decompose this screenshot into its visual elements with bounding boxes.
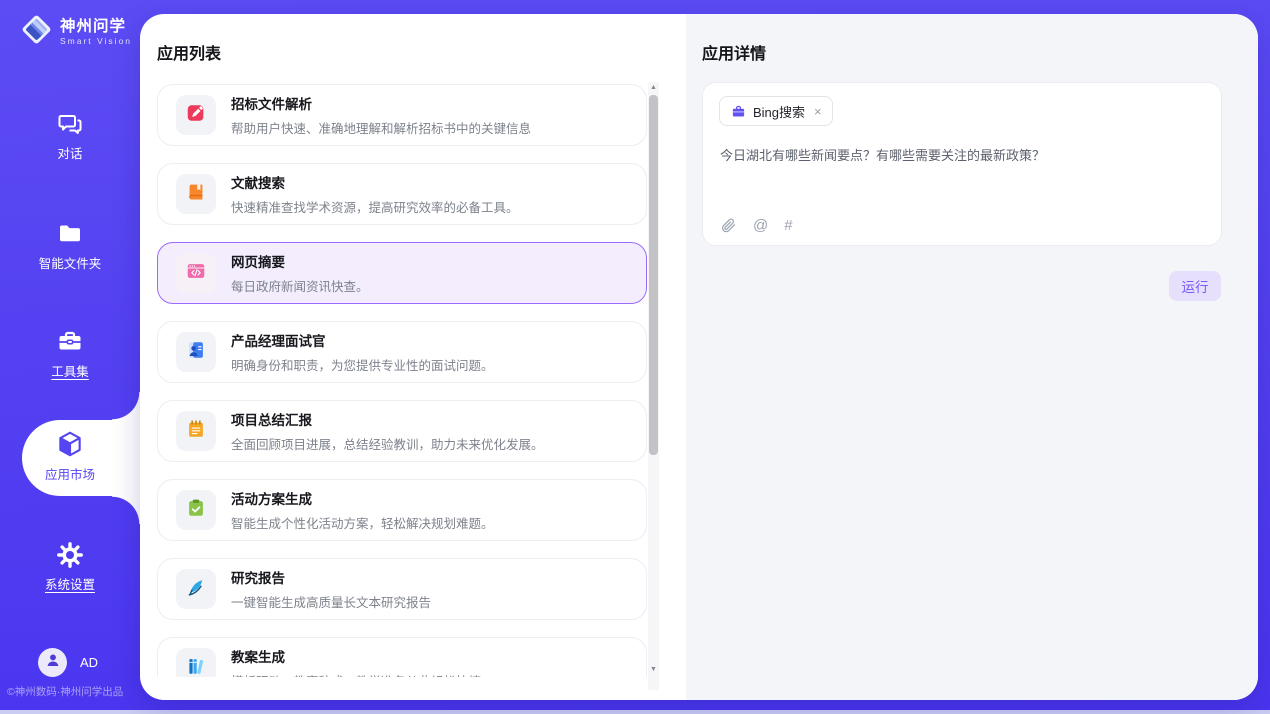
app-card-lesson-plan[interactable]: 教案生成模板驱动，教案秒成，教学准备从此轻松快捷 — [157, 637, 647, 677]
app-card-description: 帮助用户快速、准确地理解和解析招标书中的关键信息 — [231, 118, 531, 137]
app-icon-tile — [176, 648, 216, 677]
app-window: 神州问学 Smart Vision 对话智能文件夹工具集应用市场系统设置 AD … — [0, 0, 1270, 710]
sidebar-item-label: 应用市场 — [0, 464, 140, 483]
tool-chip-label: Bing搜索 — [753, 102, 805, 121]
sidebar: 神州问学 Smart Vision 对话智能文件夹工具集应用市场系统设置 AD … — [0, 0, 140, 710]
app-card-description: 模板驱动，教案秒成，教学准备从此轻松快捷 — [231, 671, 481, 677]
app-card-description: 一键智能生成高质量长文本研究报告 — [231, 592, 431, 611]
book-icon — [185, 181, 207, 208]
app-card-bid-doc-analysis[interactable]: 招标文件解析帮助用户快速、准确地理解和解析招标书中的关键信息 — [157, 84, 647, 146]
mention-icon[interactable]: @ — [753, 217, 768, 234]
sidebar-item-system-settings[interactable]: 系统设置 — [0, 541, 140, 593]
app-card-title: 招标文件解析 — [231, 93, 531, 113]
user-row: AD — [38, 648, 98, 677]
sidebar-item-label: 系统设置 — [0, 574, 140, 593]
toolbox-icon — [0, 328, 140, 356]
sidebar-item-app-market[interactable]: 应用市场 — [0, 429, 140, 483]
sidebar-item-smart-folders[interactable]: 智能文件夹 — [0, 220, 140, 272]
app-card-title: 产品经理面试官 — [231, 330, 494, 350]
brand-name: 神州问学 — [60, 18, 132, 35]
active-nav-notch-bottom — [112, 496, 140, 524]
browser-code-icon — [185, 260, 207, 287]
sidebar-item-label: 工具集 — [0, 361, 140, 380]
run-button[interactable]: 运行 — [1169, 271, 1221, 301]
chat-icon — [0, 110, 140, 138]
avatar[interactable] — [38, 648, 67, 677]
gear-icon — [0, 541, 140, 569]
prompt-composer[interactable]: Bing搜索 × 今日湖北有哪些新闻要点？有哪些需要关注的最新政策？ @ # — [702, 82, 1222, 246]
paperclip-icon[interactable] — [720, 217, 737, 234]
app-card-title: 项目总结汇报 — [231, 409, 544, 429]
brand-subtitle: Smart Vision — [60, 37, 132, 46]
app-card-description: 智能生成个性化活动方案，轻松解决规划难题。 — [231, 513, 494, 532]
composer-toolbar: @ # — [720, 217, 793, 234]
app-icon-tile — [176, 569, 216, 609]
ink-pen-icon — [185, 576, 207, 603]
scrollbar-thumb[interactable] — [649, 95, 658, 455]
sidebar-item-chat[interactable]: 对话 — [0, 110, 140, 162]
app-icon-tile — [176, 253, 216, 293]
scrollbar-up-icon[interactable]: ▲ — [648, 82, 659, 94]
list-scrollbar[interactable]: ▲ ▼ — [648, 82, 659, 690]
app-card-event-plan[interactable]: 活动方案生成智能生成个性化活动方案，轻松解决规划难题。 — [157, 479, 647, 541]
app-card-project-summary[interactable]: 项目总结汇报全面回顾项目进展，总结经验教训，助力未来优化发展。 — [157, 400, 647, 462]
app-card-title: 网页摘要 — [231, 251, 369, 271]
app-detail-title: 应用详情 — [702, 40, 766, 64]
active-nav-notch-top — [112, 392, 140, 420]
sidebar-item-toolset[interactable]: 工具集 — [0, 328, 140, 380]
app-card-title: 活动方案生成 — [231, 488, 494, 508]
app-card-title: 文献搜索 — [231, 172, 519, 192]
app-card-literature-search[interactable]: 文献搜索快速精准查找学术资源，提高研究效率的必备工具。 — [157, 163, 647, 225]
edit-square-icon — [185, 102, 207, 129]
sidebar-item-label: 智能文件夹 — [0, 253, 140, 272]
hash-icon[interactable]: # — [784, 217, 792, 234]
app-card-description: 每日政府新闻资讯快查。 — [231, 276, 369, 295]
app-icon-tile — [176, 332, 216, 372]
scrollbar-down-icon[interactable]: ▼ — [648, 664, 659, 676]
app-card-description: 快速精准查找学术资源，提高研究效率的必备工具。 — [231, 197, 519, 216]
diamond-logo-icon — [18, 11, 55, 53]
tool-chip-bing-search[interactable]: Bing搜索 × — [719, 96, 833, 126]
app-card-description: 明确身份和职责，为您提供专业性的面试问题。 — [231, 355, 494, 374]
brand: 神州问学 Smart Vision — [18, 11, 132, 53]
prompt-text[interactable]: 今日湖北有哪些新闻要点？有哪些需要关注的最新政策？ — [720, 145, 1201, 164]
briefcase-icon — [731, 104, 746, 119]
app-icon-tile — [176, 490, 216, 530]
person-icon — [44, 651, 62, 674]
app-icon-tile — [176, 174, 216, 214]
cube-icon — [0, 429, 140, 459]
interview-icon — [185, 339, 207, 366]
app-detail-panel: 应用详情 Bing搜索 × 今日湖北有哪些新闻要点？有哪些需要关注的最新政策？ … — [686, 14, 1258, 700]
folder-icon — [0, 220, 140, 248]
app-card-pm-interviewer[interactable]: 产品经理面试官明确身份和职责，为您提供专业性的面试问题。 — [157, 321, 647, 383]
clipboard-check-icon — [185, 497, 207, 524]
app-card-title: 教案生成 — [231, 646, 481, 666]
app-icon-tile — [176, 95, 216, 135]
app-list-panel: 应用列表 招标文件解析帮助用户快速、准确地理解和解析招标书中的关键信息文献搜索快… — [140, 14, 686, 700]
copyright-footer: ©神州数码·神州问学出品 — [7, 684, 140, 699]
main-container: 应用列表 招标文件解析帮助用户快速、准确地理解和解析招标书中的关键信息文献搜索快… — [140, 14, 1258, 700]
user-initials: AD — [80, 655, 98, 670]
app-card-web-summary[interactable]: 网页摘要每日政府新闻资讯快查。 — [157, 242, 647, 304]
notepad-icon — [185, 418, 207, 445]
app-card-description: 全面回顾项目进展，总结经验教训，助力未来优化发展。 — [231, 434, 544, 453]
app-card-list: 招标文件解析帮助用户快速、准确地理解和解析招标书中的关键信息文献搜索快速精准查找… — [157, 14, 649, 677]
books-icon — [185, 655, 207, 678]
app-icon-tile — [176, 411, 216, 451]
sidebar-item-label: 对话 — [0, 143, 140, 162]
chip-close-icon[interactable]: × — [814, 104, 822, 119]
app-card-title: 研究报告 — [231, 567, 431, 587]
app-card-research-report[interactable]: 研究报告一键智能生成高质量长文本研究报告 — [157, 558, 647, 620]
